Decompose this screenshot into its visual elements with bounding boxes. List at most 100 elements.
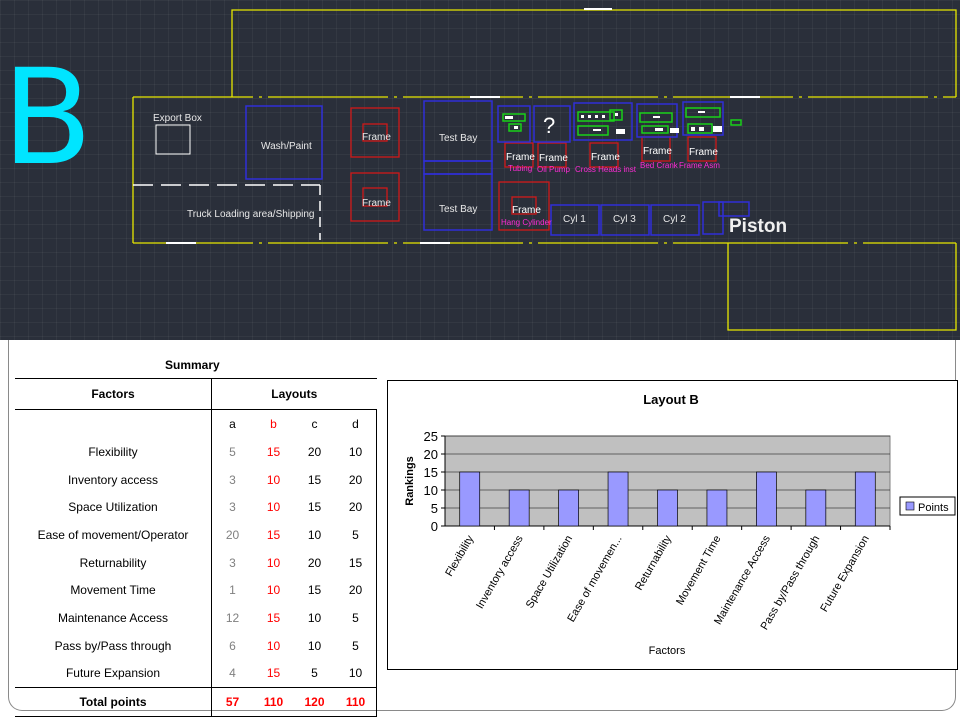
layout-value-c: 15 [307, 500, 322, 515]
hang-cylinder-label: Hang Cylinder [501, 218, 552, 227]
table-row: Flexibility 5 15 20 10 [15, 438, 377, 466]
layout-value-c: 10 [307, 610, 322, 625]
x-tick-label: Returnability [633, 533, 674, 592]
y-tick-label: 15 [424, 465, 438, 480]
layout-value-d: 5 [335, 631, 377, 660]
layout-value-d: 10 [335, 438, 377, 466]
layout-letter-b: b [270, 417, 277, 431]
layout-value-b: 10 [266, 472, 281, 487]
factor-name: Maintenance Access [15, 604, 212, 632]
layout-letter-d: d [335, 409, 377, 438]
layout-value-a: 12 [225, 610, 240, 625]
layout-letters-row: a b c d [15, 409, 377, 438]
frame-label-5: Frame [539, 153, 568, 164]
frame-asm-label: Frame Asm [679, 161, 720, 170]
y-tick-label: 10 [424, 483, 438, 498]
y-tick-label: 0 [431, 519, 438, 534]
table-row: Pass by/Pass through 6 10 10 5 [15, 631, 377, 660]
bar-chart: Layout B Rankings Factors 0 5 10 15 20 25 Flex… [404, 392, 956, 657]
layout-value-c: 20 [307, 444, 322, 459]
total-a: 57 [211, 687, 253, 717]
layout-value-a: 3 [229, 472, 236, 487]
x-tick-label: Maintenance Access [712, 533, 773, 627]
wash-paint-label: Wash/Paint [261, 141, 312, 152]
layout-value-a: 3 [229, 500, 236, 515]
factor-name: Movement Time [15, 576, 212, 605]
tubing-label: Tubing [508, 164, 532, 173]
layout-value-b: 15 [266, 527, 281, 542]
cad-layout-drawing: B Export Box Wash/Paint Truck Loading ar… [0, 0, 960, 340]
chart-title: Layout B [643, 392, 699, 407]
factor-name: Flexibility [15, 438, 212, 466]
layout-value-d: 10 [335, 659, 377, 688]
chart-container: Layout B Rankings Factors 0 5 10 15 20 25 Flex… [387, 380, 958, 670]
layout-value-a: 20 [225, 527, 240, 542]
factor-name: Returnability [15, 548, 212, 577]
table-row: Ease of movement/Operator 20 15 10 5 [15, 521, 377, 549]
x-tick-label: Movement Time [674, 534, 724, 608]
bar [508, 489, 530, 527]
layout-value-d: 5 [335, 604, 377, 632]
legend-label: Points [918, 502, 949, 514]
layout-value-c: 10 [307, 527, 322, 542]
layout-value-d: 15 [335, 548, 377, 577]
legend-swatch [905, 501, 915, 511]
cross-heads-label: Cross Heads inst [575, 165, 637, 174]
factor-name: Inventory access [15, 465, 212, 494]
x-axis-label: Factors [649, 645, 686, 657]
chart-legend: Points [899, 496, 956, 516]
factor-name: Ease of movement/Operator [15, 521, 212, 549]
bar [558, 489, 579, 527]
total-d: 110 [335, 687, 377, 717]
bar [805, 489, 827, 527]
x-tick-label: Inventory access [474, 533, 526, 611]
bar [706, 489, 728, 527]
layout-value-c: 15 [307, 472, 322, 487]
table-row: Inventory access 3 10 15 20 [15, 465, 377, 494]
y-tick-label: 5 [431, 501, 438, 516]
factor-name: Space Utilization [15, 493, 212, 522]
layout-value-a: 5 [229, 444, 236, 459]
layout-letter-c: c [311, 417, 318, 431]
cad-floor-plan: Export Box Wash/Paint Truck Loading area… [132, 8, 957, 331]
total-b: 110 [253, 687, 294, 717]
frame-label-7: Frame [643, 146, 672, 157]
table-row: Future Expansion 4 15 5 10 [15, 659, 377, 688]
frame-label-8: Frame [689, 147, 718, 158]
truck-loading-label: Truck Loading area/Shipping [187, 209, 315, 220]
bar [607, 471, 629, 527]
frame-label-3: Frame [512, 205, 541, 216]
x-tick-label: Space Utilization [524, 534, 575, 611]
table-row: Maintenance Access 12 15 10 5 [15, 604, 377, 632]
frame-label-1: Frame [362, 132, 391, 143]
table-header-row: Factors Layouts [15, 378, 377, 410]
layout-value-b: 15 [266, 666, 281, 681]
layout-value-d: 20 [335, 465, 377, 494]
layout-value-b: 15 [266, 444, 281, 459]
cyl3-label: Cyl 3 [613, 214, 636, 225]
layout-value-a: 6 [229, 638, 236, 653]
blank-cell [15, 409, 212, 438]
layout-value-c: 5 [311, 666, 318, 681]
table-row: Space Utilization 3 10 15 20 [15, 493, 377, 522]
x-tick-label: Flexibility [443, 533, 476, 579]
summary-table: Factors Layouts a b c d Flexibility 5 15 20… [15, 378, 377, 717]
oil-pump-label: Oil Pump [537, 165, 570, 174]
cyl1-label: Cyl 1 [563, 214, 586, 225]
x-tick-label: Pass by/Pass through [759, 534, 823, 633]
bed-crank-label: Bed Crank [640, 161, 679, 170]
layout-value-b: 10 [266, 555, 281, 570]
layout-value-d: 20 [335, 576, 377, 605]
layout-value-b: 15 [266, 610, 281, 625]
piston-label: Piston [729, 216, 787, 237]
table-body: Flexibility 5 15 20 10 Inventory access 3 10 15 2… [15, 438, 377, 688]
layout-value-d: 20 [335, 493, 377, 522]
export-box-label: Export Box [153, 113, 202, 124]
layout-letter-a: a [229, 417, 236, 431]
layout-value-b: 10 [266, 638, 281, 653]
total-c: 120 [294, 687, 335, 717]
factor-name: Future Expansion [15, 659, 212, 688]
test-bay-label-1: Test Bay [439, 133, 477, 144]
plot-area: 0 5 10 15 20 25 FlexibilityInventory accessSpa… [424, 429, 891, 633]
layout-value-a: 3 [229, 555, 236, 570]
